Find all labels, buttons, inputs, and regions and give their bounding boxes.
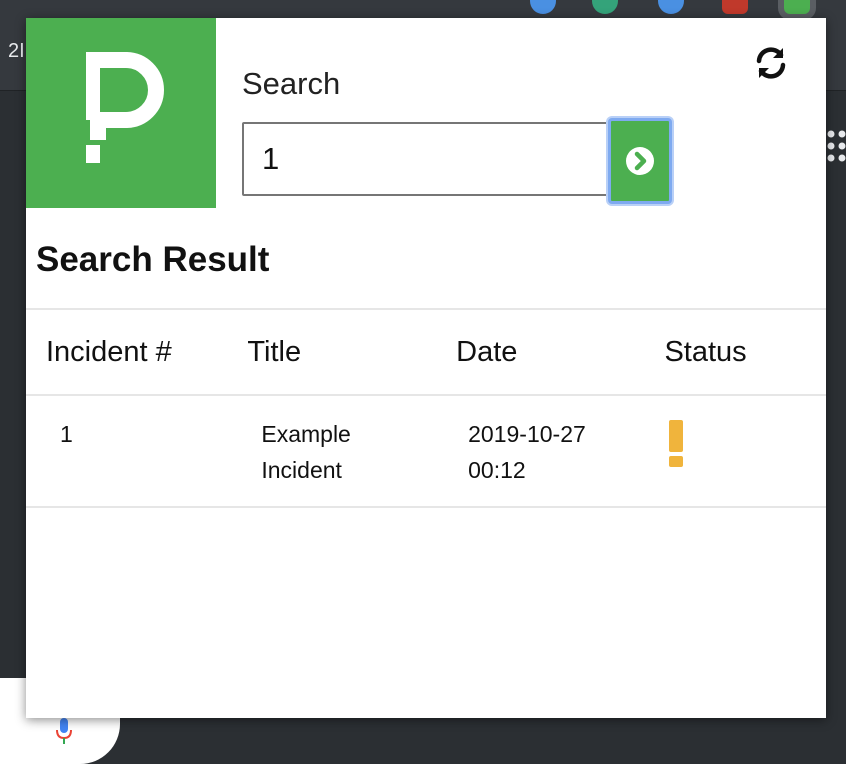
column-header-incident: Incident #	[26, 308, 228, 396]
cell-status	[644, 395, 826, 508]
extension-icon[interactable]	[722, 0, 748, 14]
refresh-icon	[756, 47, 786, 79]
incident-date-line-1: 2019-10-27	[468, 421, 586, 447]
column-header-title: Title	[227, 308, 437, 396]
incident-title-line-2: Incident	[261, 457, 342, 483]
browser-tab-text: 2I	[8, 40, 25, 62]
table-row[interactable]: 1 Example Incident 2019-10-27 00:12	[26, 395, 826, 508]
extension-icon[interactable]	[530, 0, 556, 14]
search-input[interactable]	[242, 122, 608, 196]
search-result-heading: Search Result	[36, 240, 270, 279]
search-label: Search	[242, 66, 341, 101]
column-header-status: Status	[644, 308, 826, 396]
cell-date: 2019-10-27 00:12	[436, 395, 645, 508]
incident-date-line-2: 00:12	[468, 457, 526, 483]
incident-number: 1	[60, 421, 73, 447]
results-table: Incident # Title Date Status 1 Example I…	[26, 308, 826, 508]
column-header-date: Date	[436, 308, 645, 396]
exclamation-icon	[669, 420, 684, 467]
chevron-circle-right-icon	[626, 147, 654, 175]
cell-incident: 1	[26, 395, 228, 508]
incident-title-line-1: Example	[261, 421, 351, 447]
search-submit-button[interactable]	[608, 118, 672, 204]
microphone-icon[interactable]	[56, 718, 72, 744]
extension-icon[interactable]	[784, 0, 810, 14]
refresh-button[interactable]	[752, 44, 790, 82]
extension-icon[interactable]	[592, 0, 618, 14]
table-header-row: Incident # Title Date Status	[26, 308, 826, 396]
extension-popup: Search Search Result Incident # Title Da…	[26, 18, 826, 718]
logo-p-mark	[86, 52, 164, 163]
cell-title: Example Incident	[227, 395, 437, 508]
extension-icon[interactable]	[658, 0, 684, 14]
apps-grid-icon[interactable]	[826, 128, 846, 164]
brand-logo	[26, 18, 216, 208]
